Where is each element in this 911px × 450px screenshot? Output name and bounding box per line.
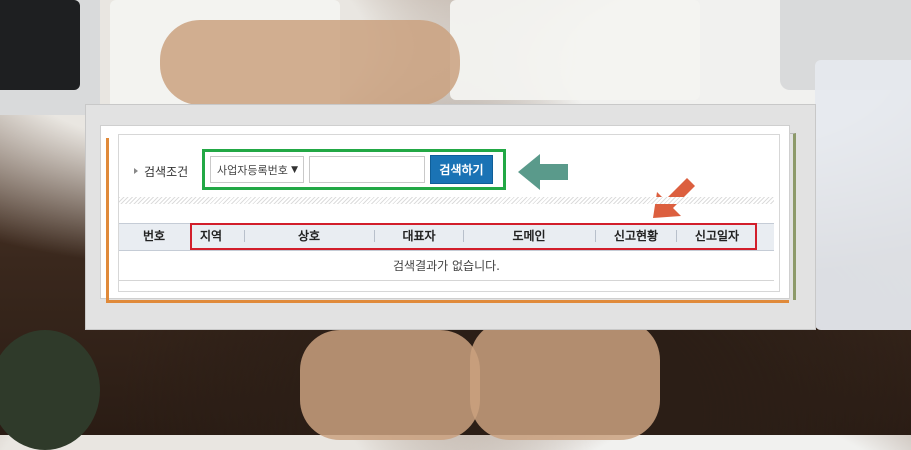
background-laptop-screen [0, 0, 80, 90]
search-type-select[interactable]: 사업자등록번호 ▼ [210, 156, 304, 183]
background-fist-right [470, 320, 660, 440]
background-arm [160, 20, 460, 105]
search-input[interactable] [309, 156, 425, 183]
divider-hatch [119, 197, 774, 204]
background-invoice [450, 0, 700, 100]
search-type-selected-value: 사업자등록번호 [217, 163, 288, 177]
search-condition-row: 검색조건 [134, 156, 188, 186]
columns-highlight-box [190, 223, 757, 250]
dropdown-caret-icon: ▼ [291, 165, 298, 175]
background-shirt [815, 60, 911, 330]
search-button[interactable]: 검색하기 [430, 155, 493, 184]
search-condition-label: 검색조건 [144, 164, 189, 179]
bullet-icon [134, 168, 138, 174]
empty-results-message: 검색결과가 없습니다. [119, 250, 774, 281]
column-header-number: 번호 [142, 229, 166, 243]
left-arrow-icon [518, 154, 568, 190]
background-plant [0, 330, 100, 450]
background-fist-left [300, 330, 480, 440]
